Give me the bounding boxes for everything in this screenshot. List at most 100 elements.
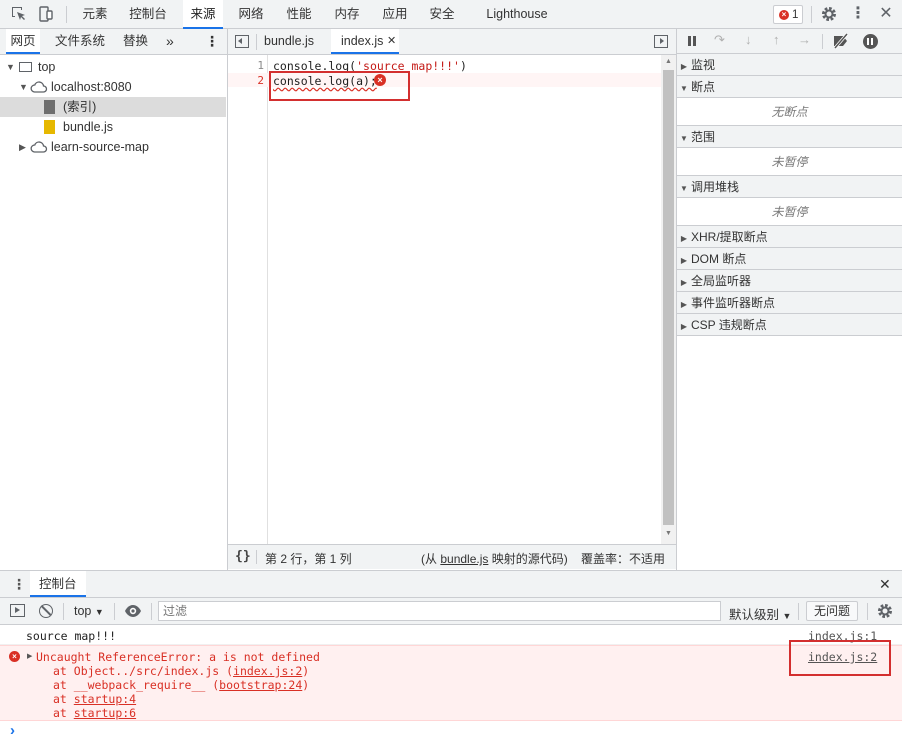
mapped-file-link[interactable]: bundle.js bbox=[440, 552, 488, 566]
pause-on-exceptions-icon[interactable] bbox=[863, 34, 878, 49]
frame-icon bbox=[19, 62, 32, 72]
tree-item-top[interactable]: ▼ top bbox=[0, 57, 226, 77]
toggle-navigator-icon[interactable] bbox=[235, 35, 249, 48]
step-out-icon[interactable]: ↑ bbox=[773, 32, 780, 47]
console-message-error: × ▶ Uncaught ReferenceError: a is not de… bbox=[0, 645, 902, 721]
section-event-listener-breakpoints[interactable]: ▶ 事件监听器断点 bbox=[677, 292, 902, 314]
section-watch[interactable]: ▶ 监视 bbox=[677, 54, 902, 76]
issues-button[interactable]: 无问题 bbox=[806, 601, 859, 621]
device-toolbar-icon[interactable] bbox=[36, 5, 54, 23]
navigator-menu-icon[interactable]: ⋮ bbox=[205, 29, 219, 54]
tab-elements[interactable]: 元素 bbox=[78, 0, 112, 29]
error-icon: × bbox=[9, 651, 20, 662]
console-settings-gear-icon[interactable] bbox=[876, 602, 894, 623]
stack-link[interactable]: startup:4 bbox=[74, 692, 136, 706]
tree-item-bundle[interactable]: bundle.js bbox=[0, 117, 226, 137]
editor-scrollbar[interactable]: ▲ ▼ bbox=[661, 55, 676, 544]
tab-network[interactable]: 网络 bbox=[234, 0, 268, 29]
stack-link[interactable]: startup:6 bbox=[74, 706, 136, 720]
drawer-menu-icon[interactable]: ⋮ bbox=[12, 576, 26, 593]
section-xhr-breakpoints[interactable]: ▶ XHR/提取断点 bbox=[677, 226, 902, 248]
scrollbar-thumb[interactable] bbox=[663, 70, 674, 525]
tab-performance[interactable]: 性能 bbox=[282, 0, 316, 29]
cloud-icon bbox=[30, 140, 48, 160]
section-label: 事件监听器断点 bbox=[691, 296, 776, 310]
expand-arrow-icon: ▼ bbox=[19, 82, 28, 92]
tab-memory[interactable]: 内存 bbox=[330, 0, 364, 29]
text: ) bbox=[302, 678, 310, 692]
tab-sources[interactable]: 来源 bbox=[183, 0, 223, 29]
close-tab-icon[interactable]: ✕ bbox=[387, 29, 396, 54]
more-tabs-chevron-icon[interactable]: » bbox=[166, 29, 174, 54]
section-dom-breakpoints[interactable]: ▶ DOM 断点 bbox=[677, 248, 902, 270]
section-label: 范围 bbox=[691, 130, 716, 144]
debugger-toolbar: ↷ ↓ ↑ → bbox=[677, 29, 902, 54]
section-scope[interactable]: ▼ 范围 bbox=[677, 126, 902, 148]
step-icon[interactable]: → bbox=[798, 32, 811, 47]
drawer-tab-console[interactable]: 控制台 bbox=[30, 571, 86, 597]
tab-security[interactable]: 安全 bbox=[425, 0, 459, 29]
expand-error-arrow-icon[interactable]: ▶ bbox=[27, 652, 32, 660]
pause-icon[interactable] bbox=[688, 36, 691, 46]
error-counter-button[interactable]: × 1 bbox=[773, 5, 803, 24]
deactivate-breakpoints-icon[interactable] bbox=[832, 33, 850, 52]
settings-gear-icon[interactable] bbox=[820, 5, 838, 23]
scope-empty: 未暂停 bbox=[677, 148, 902, 176]
editor-tab-index[interactable]: index.js ✕ bbox=[331, 29, 399, 54]
step-over-icon[interactable]: ↷ bbox=[714, 32, 725, 48]
section-breakpoints[interactable]: ▼ 断点 bbox=[677, 76, 902, 98]
tree-label: bundle.js bbox=[63, 120, 114, 134]
stack-link[interactable]: bootstrap:24 bbox=[219, 678, 302, 692]
section-label: 监视 bbox=[691, 58, 716, 72]
error-count: 1 bbox=[792, 9, 799, 21]
section-label: 调用堆栈 bbox=[691, 180, 740, 194]
scroll-up-arrow-icon[interactable]: ▲ bbox=[665, 58, 672, 65]
nav-tab-page[interactable]: 网页 bbox=[6, 29, 40, 54]
tree-item-index[interactable]: (索引) bbox=[0, 97, 226, 117]
tree-item-localhost[interactable]: ▼ localhost:8080 bbox=[0, 77, 226, 97]
tree-label: learn-source-map bbox=[51, 140, 149, 154]
close-devtools-icon[interactable]: ✕ bbox=[877, 5, 895, 23]
cursor-position: 第 2 行，第 1 列 bbox=[265, 552, 352, 566]
console-toolbar: top ▼ 默认级别 ▼ 无问题 bbox=[0, 598, 902, 625]
editor-tab-bundle[interactable]: bundle.js bbox=[264, 29, 314, 54]
clear-console-icon[interactable] bbox=[39, 604, 53, 618]
section-global-listeners[interactable]: ▶ 全局监听器 bbox=[677, 270, 902, 292]
error-title[interactable]: Uncaught ReferenceError: a is not define… bbox=[36, 650, 320, 664]
stack-frame-4: at startup:6 bbox=[53, 706, 136, 720]
text: at __webpack_require__ ( bbox=[53, 678, 220, 692]
section-csp-breakpoints[interactable]: ▶ CSP 违规断点 bbox=[677, 314, 902, 336]
log-text: source map!!! bbox=[26, 629, 117, 643]
stack-frame-1: at Object../src/index.js (index.js:2) bbox=[53, 664, 309, 678]
close-drawer-icon[interactable]: ✕ bbox=[879, 576, 891, 593]
scroll-down-arrow-icon[interactable]: ▼ bbox=[665, 530, 672, 537]
stack-link[interactable]: index.js:2 bbox=[233, 664, 302, 678]
inspect-element-icon[interactable] bbox=[10, 5, 28, 23]
levels-label: 默认级别 bbox=[729, 608, 780, 622]
tab-console[interactable]: 控制台 bbox=[124, 0, 172, 29]
tab-application[interactable]: 应用 bbox=[378, 0, 412, 29]
highlight-box-source bbox=[789, 640, 891, 676]
section-callstack[interactable]: ▼ 调用堆栈 bbox=[677, 176, 902, 198]
pretty-print-icon[interactable]: {} bbox=[235, 549, 251, 564]
show-sidebar-icon[interactable] bbox=[10, 604, 25, 617]
live-expression-eye-icon[interactable] bbox=[124, 603, 142, 622]
text: at Object../src/index.js ( bbox=[53, 664, 234, 678]
console-filter-input[interactable] bbox=[158, 601, 721, 621]
section-label: CSP 违规断点 bbox=[691, 318, 767, 332]
tree-item-learn-source-map[interactable]: ▶ learn-source-map bbox=[0, 137, 226, 157]
nav-tab-filesystem[interactable]: 文件系统 bbox=[55, 29, 105, 54]
toggle-debugger-icon[interactable] bbox=[654, 35, 668, 48]
line-gutter bbox=[228, 55, 268, 544]
context-selector[interactable]: top ▼ bbox=[74, 604, 104, 618]
log-levels-dropdown[interactable]: 默认级别 ▼ bbox=[729, 604, 791, 623]
console-prompt-row[interactable]: › bbox=[0, 722, 902, 752]
more-options-icon[interactable]: ⋮ bbox=[849, 5, 867, 23]
text: ) bbox=[302, 664, 310, 678]
tab-lighthouse[interactable]: Lighthouse bbox=[482, 0, 552, 29]
step-into-icon[interactable]: ↓ bbox=[745, 32, 752, 47]
text: at bbox=[53, 706, 74, 720]
nav-tab-overrides[interactable]: 替换 bbox=[123, 29, 148, 54]
section-label: DOM 断点 bbox=[691, 252, 747, 266]
dropdown-arrow-icon: ▼ bbox=[782, 611, 792, 621]
